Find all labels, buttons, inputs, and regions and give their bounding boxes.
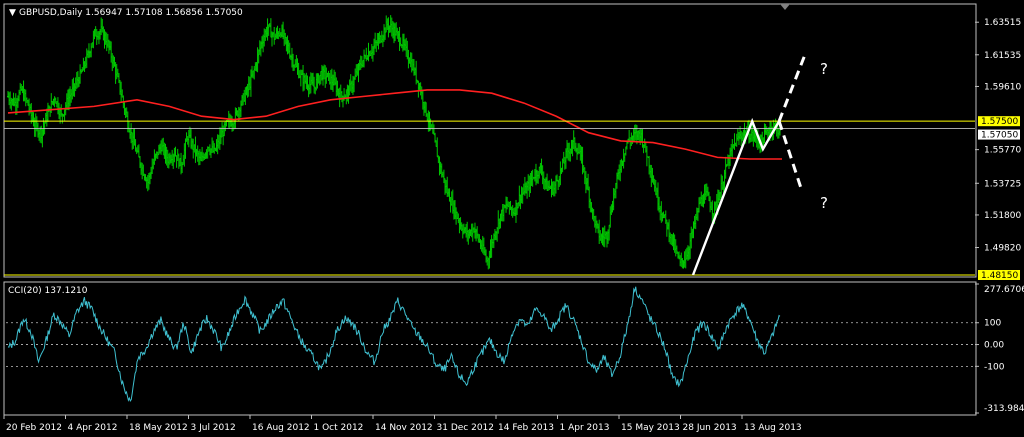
moving-average-line (7, 89, 782, 160)
menu-arrow-icon[interactable]: ▼ (9, 8, 16, 18)
price-tick-label: 1.55770 (984, 146, 1021, 156)
time-tick-label: 16 Aug 2012 (252, 423, 310, 433)
shift-marker-icon[interactable] (780, 4, 790, 10)
time-tick-label: 1 Oct 2012 (314, 423, 364, 433)
time-tick-label: 14 Feb 2013 (498, 423, 554, 433)
question-up: ? (820, 60, 828, 78)
price-tick-label: 1.63515 (984, 18, 1021, 28)
cci-layer (6, 286, 975, 403)
overlay-dashed-down (777, 120, 803, 188)
time-tick-label: 18 May 2012 (129, 423, 188, 433)
level-tag-label: 1.48150 (981, 271, 1018, 281)
cci-tick-label: 0.00 (984, 341, 1004, 351)
price-tick-label: 1.49820 (984, 244, 1021, 254)
cci-panel-frame (3, 281, 977, 416)
chart-title: GBPUSD,Daily 1.56947 1.57108 1.56856 1.5… (19, 8, 243, 18)
chart-svg: 1.63515 1.61535 1.59610 1.55770 1.53725 1.518… (3, 3, 1024, 433)
level-tag-label: 1.57500 (981, 117, 1018, 127)
price-layer (4, 15, 975, 276)
cci-tick-label: -313.9841 (984, 404, 1024, 414)
cci-tick-label: 277.6706 (984, 285, 1024, 295)
cci-label: CCI(20) 137.1210 (8, 286, 88, 296)
overlay-dashed-up (777, 51, 808, 122)
time-tick-label: 28 Jun 2013 (683, 423, 737, 433)
price-tick-label: 1.59610 (984, 82, 1021, 92)
time-tick-label: 13 Aug 2013 (744, 423, 802, 433)
price-tick-label: 1.51800 (984, 211, 1021, 221)
cci-line (7, 286, 781, 403)
price-panel-frame (3, 3, 977, 278)
axis-layer: 1.63515 1.61535 1.59610 1.55770 1.53725 1.518… (3, 18, 1024, 433)
time-tick-label: 15 May 2013 (621, 423, 680, 433)
time-tick-label: 20 Feb 2012 (6, 423, 62, 433)
price-bar (436, 137, 439, 158)
time-tick-label: 31 Dec 2012 (437, 423, 495, 433)
price-tick-label: 1.53725 (984, 179, 1021, 189)
chart-window: 1.63515 1.61535 1.59610 1.55770 1.53725 1.518… (0, 0, 1024, 437)
time-tick-label: 14 Nov 2012 (375, 423, 433, 433)
time-tick-label: 4 Apr 2012 (68, 423, 118, 433)
current-price-tag-label: 1.57050 (981, 131, 1018, 141)
cci-tick-label: 100 (984, 319, 1001, 329)
cci-tick-label: -100 (984, 362, 1005, 372)
time-tick-label: 1 Apr 2013 (560, 423, 610, 433)
question-down: ? (820, 194, 828, 212)
price-tick-label: 1.61535 (984, 51, 1021, 61)
time-tick-label: 3 Jul 2012 (191, 423, 236, 433)
